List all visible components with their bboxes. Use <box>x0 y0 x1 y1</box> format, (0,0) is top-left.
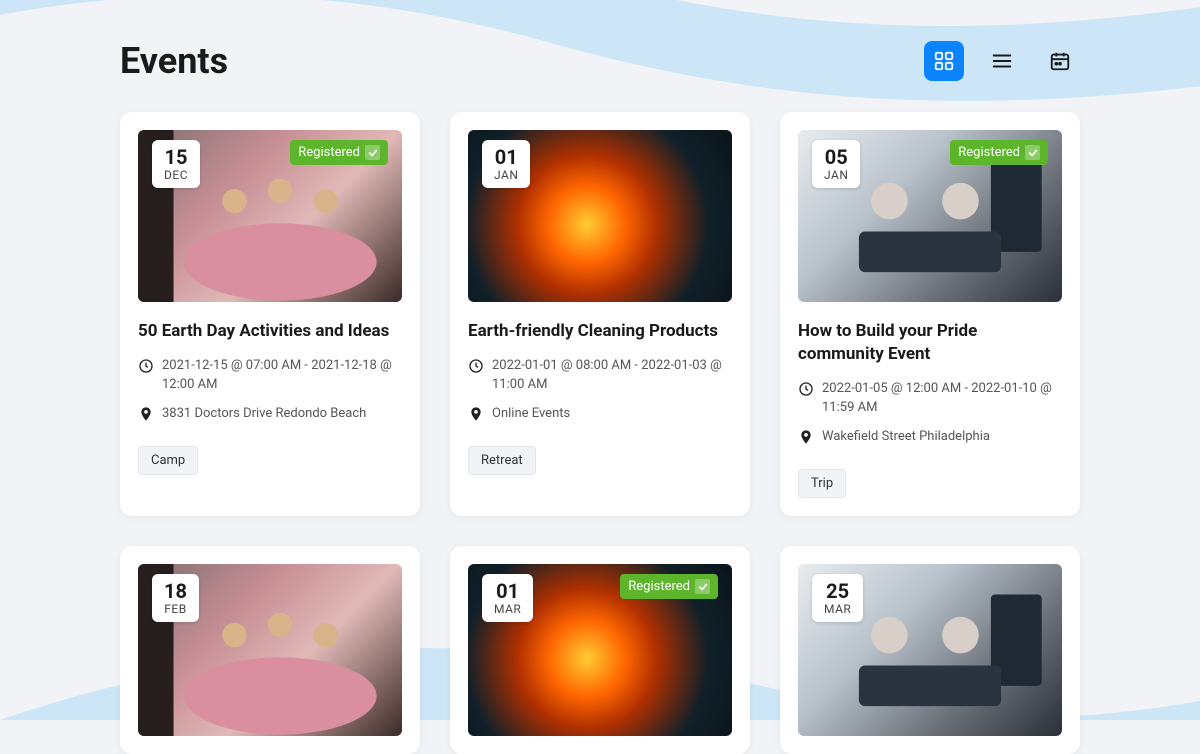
event-image: 05 JAN Registered <box>798 130 1062 302</box>
event-time: 2022-01-05 @ 12:00 AM - 2022-01-10 @ 11:… <box>822 380 1062 418</box>
event-card[interactable]: 18 FEB <box>120 546 420 754</box>
registered-label: Registered <box>628 579 690 594</box>
registered-badge: Registered <box>620 574 718 599</box>
check-icon <box>1025 145 1040 160</box>
list-view-button[interactable] <box>982 41 1022 81</box>
date-day: 05 <box>824 146 848 168</box>
date-month: DEC <box>164 168 188 182</box>
registered-badge: Registered <box>290 140 388 165</box>
date-day: 15 <box>164 146 188 168</box>
date-badge: 01 JAN <box>482 140 530 188</box>
date-month: JAN <box>494 168 518 182</box>
location-icon <box>798 429 814 452</box>
event-time-row: 2022-01-01 @ 08:00 AM - 2022-01-03 @ 11:… <box>468 357 732 395</box>
calendar-icon <box>1049 50 1071 72</box>
clock-icon <box>138 358 154 381</box>
date-badge: 18 FEB <box>152 574 199 622</box>
grid-view-button[interactable] <box>924 41 964 81</box>
page-title: Events <box>120 40 228 82</box>
event-card[interactable]: 15 DEC Registered 50 Earth Day Activitie… <box>120 112 420 516</box>
event-title: Earth-friendly Cleaning Products <box>468 320 732 343</box>
events-grid: 15 DEC Registered 50 Earth Day Activitie… <box>120 112 1080 754</box>
event-image: 25 MAR <box>798 564 1062 736</box>
event-title: How to Build your Pride community Event <box>798 320 1062 366</box>
date-badge: 25 MAR <box>812 574 863 622</box>
event-image: 15 DEC Registered <box>138 130 402 302</box>
event-tag[interactable]: Trip <box>798 469 846 498</box>
date-day: 18 <box>164 580 187 602</box>
event-location: Wakefield Street Philadelphia <box>822 428 990 447</box>
date-badge: 05 JAN <box>812 140 860 188</box>
date-badge: 01 MAR <box>482 574 533 622</box>
event-location: 3831 Doctors Drive Redondo Beach <box>162 405 366 424</box>
date-day: 25 <box>824 580 851 602</box>
clock-icon <box>798 381 814 404</box>
list-icon <box>991 50 1013 72</box>
event-tag[interactable]: Camp <box>138 446 198 475</box>
event-time: 2022-01-01 @ 08:00 AM - 2022-01-03 @ 11:… <box>492 357 732 395</box>
event-card[interactable]: 01 JAN Earth-friendly Cleaning Products … <box>450 112 750 516</box>
registered-label: Registered <box>298 145 360 160</box>
date-month: FEB <box>164 602 187 616</box>
event-tag[interactable]: Retreat <box>468 446 536 475</box>
event-image: 18 FEB <box>138 564 402 736</box>
calendar-view-button[interactable] <box>1040 41 1080 81</box>
date-month: JAN <box>824 168 848 182</box>
check-icon <box>695 579 710 594</box>
date-day: 01 <box>494 580 521 602</box>
event-card[interactable]: 25 MAR <box>780 546 1080 754</box>
event-title: 50 Earth Day Activities and Ideas <box>138 320 402 343</box>
event-location-row: Online Events <box>468 405 732 429</box>
clock-icon <box>468 358 484 381</box>
location-icon <box>468 406 484 429</box>
view-switcher <box>924 41 1080 81</box>
date-day: 01 <box>494 146 518 168</box>
registered-label: Registered <box>958 145 1020 160</box>
event-time: 2021-12-15 @ 07:00 AM - 2021-12-18 @ 12:… <box>162 357 402 395</box>
event-location-row: 3831 Doctors Drive Redondo Beach <box>138 405 402 429</box>
date-month: MAR <box>494 602 521 616</box>
location-icon <box>138 406 154 429</box>
event-card[interactable]: 05 JAN Registered How to Build your Prid… <box>780 112 1080 516</box>
grid-icon <box>933 50 955 72</box>
check-icon <box>365 145 380 160</box>
event-time-row: 2022-01-05 @ 12:00 AM - 2022-01-10 @ 11:… <box>798 380 1062 418</box>
event-location-row: Wakefield Street Philadelphia <box>798 428 1062 452</box>
registered-badge: Registered <box>950 140 1048 165</box>
event-image: 01 JAN <box>468 130 732 302</box>
page-header: Events <box>120 40 1080 82</box>
date-month: MAR <box>824 602 851 616</box>
date-badge: 15 DEC <box>152 140 200 188</box>
event-location: Online Events <box>492 405 570 424</box>
event-image: 01 MAR Registered <box>468 564 732 736</box>
event-time-row: 2021-12-15 @ 07:00 AM - 2021-12-18 @ 12:… <box>138 357 402 395</box>
event-card[interactable]: 01 MAR Registered <box>450 546 750 754</box>
